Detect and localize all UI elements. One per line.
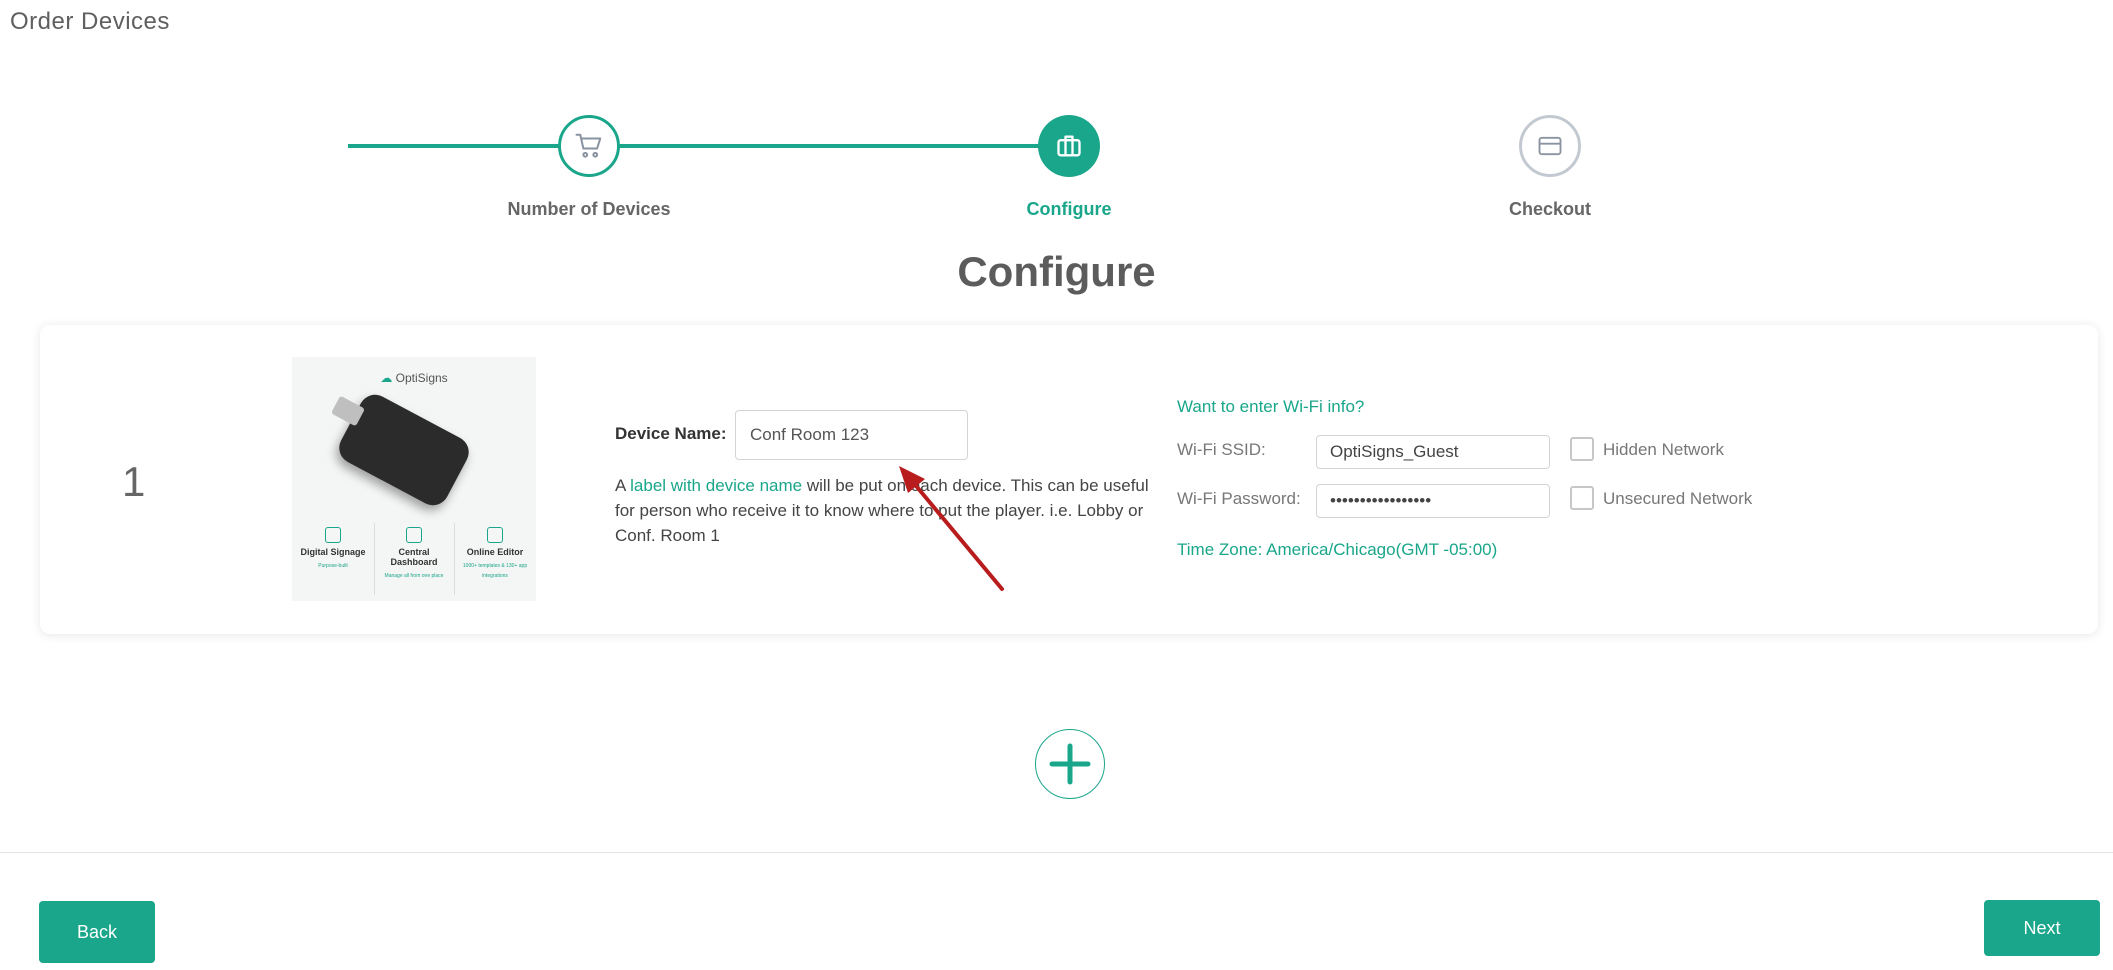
unsecured-network-checkbox[interactable]	[1570, 486, 1594, 510]
section-title: Configure	[957, 248, 1156, 295]
page-title: Order Devices	[10, 8, 170, 35]
next-button[interactable]: Next	[1984, 900, 2100, 956]
device-card: 1 ☁ OptiSigns Digital Signage Purpose-bu…	[40, 325, 2098, 634]
hidden-network-checkbox[interactable]	[1570, 437, 1594, 461]
wifi-info-link[interactable]: Want to enter Wi-Fi info?	[1177, 397, 1364, 417]
step-checkout[interactable]	[1519, 115, 1581, 177]
device-name-help: A label with device name will be put on …	[615, 476, 1149, 545]
unsecured-network-label: Unsecured Network	[1603, 489, 1753, 508]
device-product-image: ☁ OptiSigns Digital Signage Purpose-buil…	[292, 357, 536, 601]
feature-digital-signage: Digital Signage Purpose-built	[296, 527, 370, 571]
step-configure[interactable]	[1038, 115, 1100, 177]
stepper-progress-line	[348, 144, 1071, 148]
step-label-checkout: Checkout	[1508, 199, 1591, 219]
cloud-icon: ☁	[380, 371, 393, 385]
brand-logo: ☁ OptiSigns	[380, 371, 448, 385]
feature-divider	[454, 523, 455, 595]
back-button[interactable]: Back	[39, 901, 155, 963]
step-number-of-devices[interactable]	[558, 115, 620, 177]
feature-central-dashboard: Central Dashboard Manage all from one pl…	[377, 527, 451, 581]
device-name-label: Device Name:	[615, 424, 727, 443]
step-label-configure: Configure	[1026, 199, 1112, 219]
cart-icon	[575, 133, 602, 158]
feature-online-editor: Online Editor 1000+ templates & 130+ app…	[458, 527, 532, 581]
hidden-network-label: Hidden Network	[1603, 440, 1724, 459]
feature-divider	[374, 523, 375, 595]
dashboard-icon	[406, 527, 422, 543]
credit-card-icon	[1538, 136, 1562, 156]
wifi-password-input[interactable]	[1316, 484, 1550, 518]
wifi-ssid-input[interactable]	[1316, 435, 1550, 469]
step-label-number-of-devices: Number of Devices	[507, 199, 671, 219]
editor-icon	[487, 527, 503, 543]
footer-divider	[0, 852, 2113, 853]
device-name-input[interactable]	[735, 410, 968, 460]
briefcase-icon	[1057, 135, 1081, 157]
wifi-ssid-label: Wi-Fi SSID:	[1177, 440, 1266, 459]
device-index: 1	[122, 458, 146, 505]
tablet-icon	[325, 527, 341, 543]
wifi-password-label: Wi-Fi Password:	[1177, 489, 1301, 508]
plus-icon	[1049, 743, 1091, 785]
label-with-device-name-link[interactable]: label with device name	[630, 476, 802, 495]
add-device-button[interactable]	[1035, 729, 1105, 799]
timezone-link[interactable]: Time Zone: America/Chicago(GMT -05:00)	[1177, 540, 1497, 560]
